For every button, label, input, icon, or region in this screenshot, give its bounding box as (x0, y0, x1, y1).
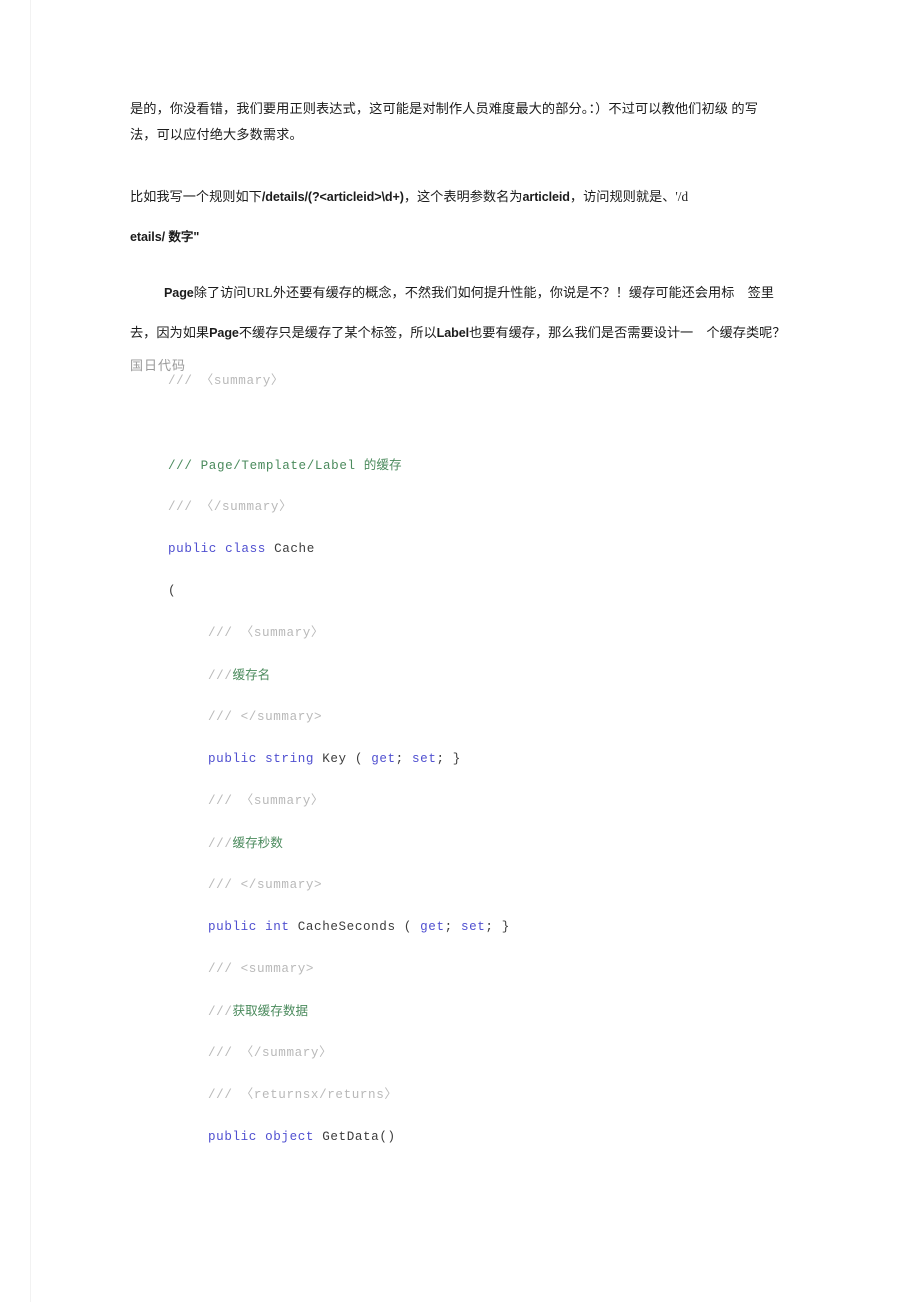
rule-example-prefix: 比如我写一个规则如下 (130, 189, 262, 204)
code-token: /// (168, 374, 201, 388)
code-block: /// 〈summary〉 /// Page/Template/Label 的缓… (168, 360, 788, 1158)
code-token: 〈/summary〉 (240, 1046, 333, 1060)
code-line: /// <summary> (168, 948, 788, 990)
code-token: 〈summary〉 (240, 794, 325, 808)
code-line: /// 〈/summary〉 (168, 1032, 788, 1074)
code-line: /// 〈summary〉 (168, 612, 788, 654)
code-line: /// </summary> (168, 696, 788, 738)
code-token: GetData() (322, 1130, 396, 1144)
code-token: </summary> (240, 878, 323, 892)
code-token: /// (208, 1088, 241, 1102)
rule-example-param-name: articleid (522, 190, 571, 204)
paragraph-regex-intro-line1: 是的，你没看错，我们要用正则表达式，这可能是对制作人员难度最大的部分。：）不过可… (130, 101, 758, 116)
cache-concept-page-term: Page (164, 286, 194, 300)
code-token: /// (208, 962, 241, 976)
code-token: get (420, 920, 445, 934)
code-token: /// (208, 837, 233, 851)
paragraph-regex-intro-line2: 法，可以应付绝大多数需求。 (130, 127, 303, 142)
paragraph-gap-2 (130, 257, 790, 273)
code-token: ; } (485, 920, 510, 934)
code-line: ///缓存秒数 (168, 822, 788, 864)
code-token: ; (444, 920, 461, 934)
code-token: 〈/summary〉 (200, 500, 293, 514)
cache-concept-line2-a: 去，因为如果 (130, 325, 210, 340)
code-token: /// (208, 1046, 241, 1060)
code-token: set (412, 752, 437, 766)
code-line: /// 〈returnsx/returns〉 (168, 1074, 788, 1116)
code-token: /// (208, 878, 241, 892)
code-line: ( (168, 570, 788, 612)
rule-example-middle: ，这个表明参数名为 (403, 189, 523, 204)
rule-example-pattern: /details/(?<articleid>\d+) (261, 190, 404, 204)
code-token: CacheSeconds (297, 920, 404, 934)
cache-concept-line2-b: 不缓存只是缓存了某个标签，所以 (238, 325, 437, 340)
code-token: 〈summary〉 (240, 626, 325, 640)
code-token: public object (208, 1130, 323, 1144)
code-line: public object GetData() (168, 1116, 788, 1158)
code-line: /// Page/Template/Label 的缓存 (168, 444, 788, 486)
cache-concept-line1: 除了访问URL外还要有缓存的概念，不然我们如何提升性能，你说是不？！缓存可能还会… (193, 285, 774, 300)
code-line: ///获取缓存数据 (168, 990, 788, 1032)
code-token: public class (168, 542, 275, 556)
paragraph-regex-intro: 是的，你没看错，我们要用正则表达式，这可能是对制作人员难度最大的部分。：）不过可… (130, 96, 790, 148)
paragraph-rule-example: 比如我写一个规则如下/details/(?<articleid>\d+)，这个表… (130, 177, 790, 257)
code-token: ; } (436, 752, 461, 766)
paragraph-cache-concept: Page除了访问URL外还要有缓存的概念，不然我们如何提升性能，你说是不？！缓存… (130, 273, 790, 353)
code-token: public string (208, 752, 323, 766)
code-token: /// (208, 710, 241, 724)
code-token: set (460, 920, 486, 934)
code-token: /// (208, 1005, 233, 1019)
code-token: ( (168, 584, 177, 598)
code-token: Cache (274, 542, 315, 556)
code-line: /// 〈summary〉 (168, 360, 788, 402)
code-line: /// 〈/summary〉 (168, 486, 788, 528)
code-token: 获取缓存数据 (232, 1004, 309, 1018)
code-token: 的缓存 (363, 458, 402, 472)
code-token: Key (322, 752, 355, 766)
code-token: /// (208, 669, 233, 683)
code-token: </summary> (240, 710, 323, 724)
code-token: /// (208, 794, 241, 808)
cache-concept-page-term-2: Page (209, 326, 239, 340)
code-token: public int (208, 920, 298, 934)
code-token: /// (168, 459, 201, 473)
cache-concept-label-term: Label (436, 326, 470, 340)
code-line: /// </summary> (168, 864, 788, 906)
code-line: public class Cache (168, 528, 788, 570)
document-body: 是的，你没看错，我们要用正则表达式，这可能是对制作人员难度最大的部分。：）不过可… (130, 96, 790, 379)
code-token: get (371, 752, 396, 766)
code-line: public int CacheSeconds ( get; set; } (168, 906, 788, 948)
code-line: public string Key ( get; set; } (168, 738, 788, 780)
code-token: 〈returnsx/returns〉 (240, 1088, 398, 1102)
code-token: Page/Template/Label (200, 459, 364, 473)
rule-example-line2: etails/ 数字" (130, 230, 200, 244)
code-line: /// 〈summary〉 (168, 780, 788, 822)
code-token: ( (354, 752, 372, 766)
code-token: ; (395, 752, 412, 766)
code-line: ///缓存名 (168, 654, 788, 696)
code-token: <summary> (240, 962, 315, 976)
code-token: /// (168, 500, 201, 514)
code-token: ( (403, 920, 421, 934)
code-token: /// (208, 626, 241, 640)
rule-example-suffix: ，访问规则就是、'/d (569, 189, 689, 204)
scan-page-edge (30, 0, 31, 1302)
code-token: 〈summary〉 (200, 374, 285, 388)
document-page: 是的，你没看错，我们要用正则表达式，这可能是对制作人员难度最大的部分。：）不过可… (0, 0, 920, 1302)
code-token: 缓存名 (232, 668, 271, 682)
code-token: 缓存秒数 (232, 836, 283, 850)
cache-concept-line2-c: 也要有缓存，那么我们是否需要设计一 个缓存类呢？ (469, 325, 786, 340)
